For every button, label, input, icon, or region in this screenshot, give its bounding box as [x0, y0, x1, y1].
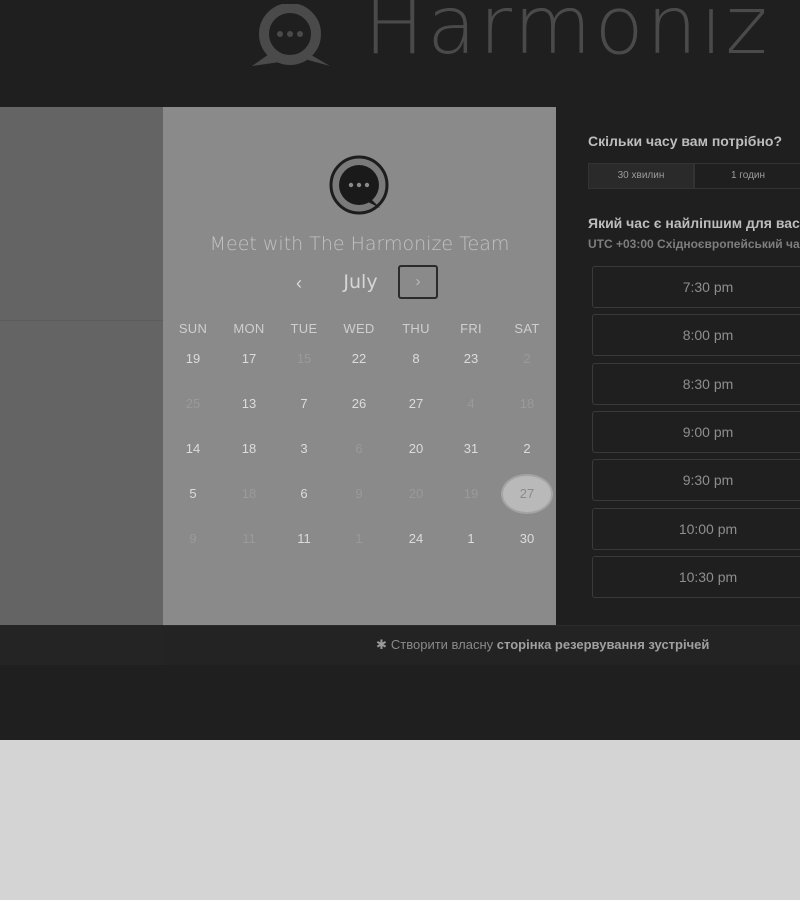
weekday-label: SAT — [514, 321, 540, 336]
day-cell: 2 — [523, 351, 531, 366]
day-cell[interactable]: 1 — [445, 519, 497, 559]
time-slot-button[interactable]: 10:00 pm — [592, 507, 800, 550]
time-slot-button[interactable]: 7:30 pm — [592, 266, 800, 308]
day-cell[interactable]: 19 — [167, 339, 219, 379]
calendar-panel: Meet with The Harmonize Team ‹ July › SU… — [163, 107, 556, 625]
time-slot-label: 8:00 pm — [682, 327, 734, 344]
day-cell[interactable]: 6 — [278, 474, 330, 514]
chevron-left-icon[interactable]: ‹ — [289, 273, 309, 293]
selected-day-cell[interactable]: 27 — [501, 474, 553, 514]
left-backdrop-panel — [0, 107, 163, 625]
day-cell[interactable]: 26 — [333, 384, 385, 424]
day-cell: 18 — [519, 396, 535, 411]
weekday-label: THU — [402, 321, 430, 336]
day-cell[interactable]: 22 — [333, 339, 385, 379]
day-cell[interactable]: 27 — [390, 384, 442, 424]
day-cell: 1 — [355, 531, 363, 546]
sprocket-icon: ✱ — [376, 637, 387, 652]
day-cell: 15 — [296, 351, 312, 366]
footer-bar: ✱ Створити власну сторінка резервування з… — [163, 625, 800, 665]
footer-link-bold-text: сторінка резервування зустрічей — [496, 637, 710, 652]
time-question: Який час є найліпшим для вас? — [588, 215, 800, 231]
day-cell[interactable]: 8 — [390, 339, 442, 379]
day-cell: 20 — [408, 486, 424, 501]
day-cell[interactable]: 18 — [223, 429, 275, 469]
day-cell[interactable]: 11 — [278, 519, 330, 559]
time-slot-button[interactable]: 8:00 pm — [592, 314, 800, 357]
day-cell: 9 — [355, 486, 363, 501]
day-cell[interactable]: 31 — [445, 429, 497, 469]
meeting-title: Meet with The Harmonize Team — [209, 233, 510, 255]
time-slot-button[interactable]: 8:30 pm — [592, 362, 800, 405]
time-slot-label: 9:00 pm — [682, 423, 734, 440]
day-cell[interactable]: 3 — [278, 429, 330, 469]
duration-option-30min[interactable]: 30 хвилин — [588, 163, 694, 189]
day-cell: 11 — [242, 531, 256, 546]
day-cell[interactable]: 5 — [167, 474, 219, 514]
duration-question: Скільки часу вам потрібно? — [588, 133, 783, 149]
day-cell[interactable]: 14 — [167, 429, 219, 469]
app-header: Harmoniz — [0, 0, 800, 107]
day-cell: 25 — [185, 396, 201, 411]
booking-options-panel: Скільки часу вам потрібно? 30 хвилин 1 г… — [556, 107, 800, 625]
weekday-label: WED — [343, 321, 375, 336]
booking-page: Meet with The Harmonize Team ‹ July › SU… — [0, 107, 800, 740]
day-cell[interactable]: 7 — [278, 384, 330, 424]
time-slot-button[interactable]: 9:00 pm — [592, 410, 800, 453]
weekday-label: SUN — [178, 321, 208, 336]
time-slot-button[interactable]: 10:30 pm — [592, 555, 800, 598]
day-cell[interactable]: 30 — [501, 519, 553, 559]
time-slot-label: 10:00 pm — [678, 520, 738, 537]
weekday-label: TUE — [290, 321, 318, 336]
chevron-right-icon[interactable]: › — [398, 265, 438, 299]
time-slot-label: 10:30 pm — [678, 568, 738, 585]
footer-left-strip — [0, 625, 163, 665]
footer-link-text: Створити власну — [390, 637, 494, 652]
day-cell: 9 — [189, 531, 197, 546]
timezone-label[interactable]: UTC +03:00 Східноєвропейський час — [588, 237, 800, 251]
time-slot-label: 9:30 pm — [682, 472, 734, 489]
day-cell: 19 — [463, 486, 479, 501]
day-cell: 6 — [355, 441, 363, 456]
time-slot-button[interactable]: 9:30 pm — [592, 459, 800, 502]
day-cell: 18 — [241, 486, 257, 501]
day-cell[interactable]: 2 — [501, 429, 553, 469]
day-cell[interactable]: 24 — [390, 519, 442, 559]
duration-option-1hour[interactable]: 1 годин — [694, 163, 800, 189]
chat-bubble-logo-icon — [252, 4, 330, 66]
weekday-label: FRI — [460, 321, 482, 336]
host-avatar-icon — [329, 155, 389, 215]
month-label: July — [343, 271, 378, 293]
brand-name: Harmoniz — [364, 0, 771, 72]
day-cell: 4 — [467, 396, 475, 411]
time-slot-label: 8:30 pm — [682, 375, 734, 392]
time-slot-label: 7:30 pm — [682, 279, 734, 295]
create-booking-page-link[interactable]: ✱ Створити власну сторінка резервування з… — [376, 637, 709, 653]
day-cell[interactable]: 13 — [223, 384, 275, 424]
day-cell[interactable]: 23 — [445, 339, 497, 379]
day-cell[interactable]: 17 — [223, 339, 275, 379]
day-cell[interactable]: 20 — [390, 429, 442, 469]
weekday-label: MON — [233, 321, 265, 336]
